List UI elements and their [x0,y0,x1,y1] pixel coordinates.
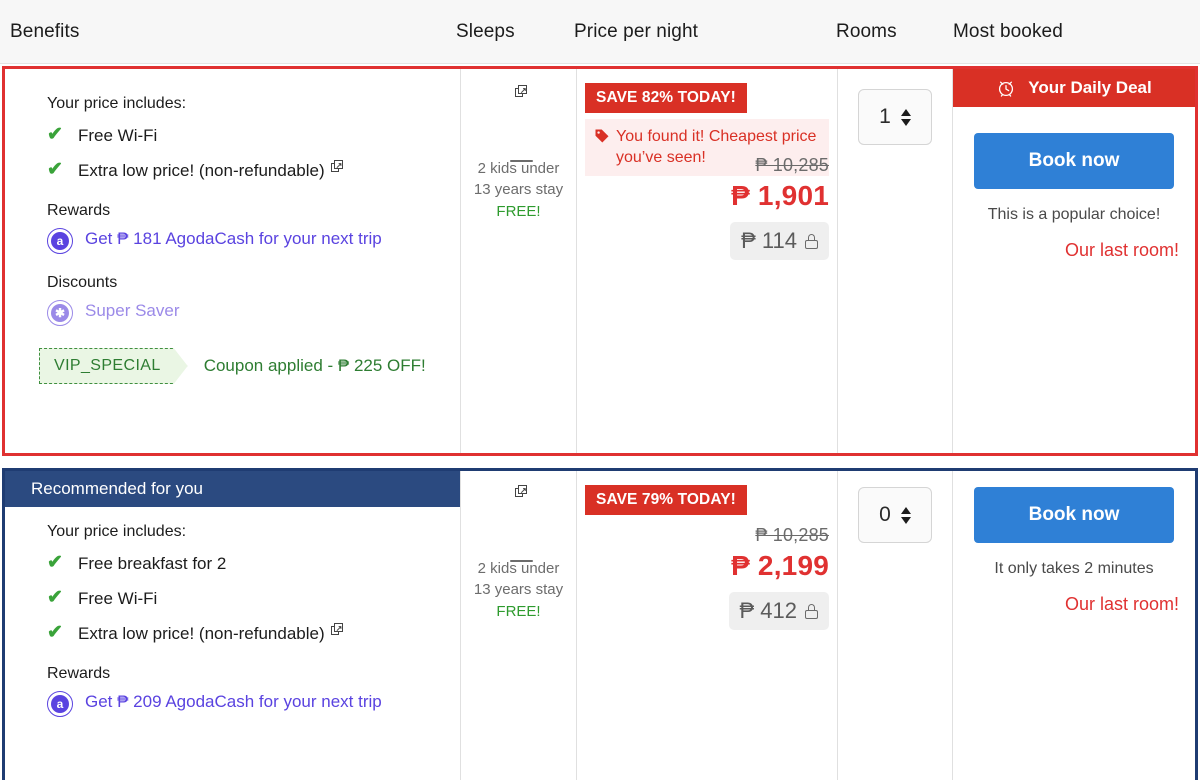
discount-row[interactable]: ✱ Super Saver [47,298,444,326]
rewards-title: Rewards [47,665,444,683]
check-icon: ✔ [47,623,69,643]
occupancy-icons [461,506,576,548]
price-block: ₱ 10,285 ₱ 1,901 ₱ 114 [730,155,829,260]
column-header-sleeps: Sleeps [456,0,515,64]
book-now-button[interactable]: Book now [974,133,1174,189]
cell-sleeps: ↗ 2 kids under 13 years stay FREE! [460,471,576,780]
agodacash-icon: a [47,228,73,254]
benefit-item: ✔ Free Wi-Fi [47,588,444,610]
save-badge: SAVE 82% TODAY! [585,83,747,113]
rooms-stepper[interactable]: 0 [858,487,932,543]
check-icon: ✔ [47,553,69,573]
cell-most-booked: Your Daily Deal Book now This is a popul… [952,69,1195,453]
column-header-price: Price per night [574,0,698,64]
discounts-title: Discounts [47,274,444,292]
book-now-button[interactable]: Book now [974,487,1174,543]
locked-price-value: ₱ 114 [741,228,797,254]
super-saver-icon: ✱ [47,300,73,326]
occupancy-info-row: ↗ [461,485,576,498]
coupon-area: VIP_SPECIAL Coupon applied - ₱ 225 OFF! [39,348,444,384]
benefit-label: Extra low price! (non-refundable) [78,160,325,182]
kids-policy-line-2: 13 years stay [461,579,576,600]
cell-rooms: 1 [837,69,952,453]
benefit-label: Free Wi-Fi [78,125,157,147]
external-link-icon[interactable]: ↗ [515,485,528,498]
cell-benefits: Recommended for you Your price includes:… [5,471,460,780]
check-icon: ✔ [47,125,69,145]
stepper-down-icon[interactable] [901,517,911,524]
table-header: Benefits Sleeps Price per night Rooms Mo… [0,0,1200,64]
cell-price: SAVE 82% TODAY! You found it! Cheapest p… [576,69,837,453]
lock-icon [805,604,818,619]
current-price: ₱ 2,199 [729,550,830,582]
external-link-icon[interactable]: ↗ [515,85,528,98]
agodacash-link[interactable]: Get ₱ 209 AgodaCash for your next trip [85,689,382,715]
stepper-up-icon[interactable] [901,109,911,116]
stepper-arrows[interactable] [901,507,911,524]
check-icon: ✔ [47,160,69,180]
benefit-label: Free breakfast for 2 [78,553,226,575]
cell-benefits: Your price includes: ✔ Free Wi-Fi ✔ Extr… [5,69,460,453]
locked-price-value: ₱ 412 [740,598,798,624]
last-room-warning: Our last room! [953,594,1195,615]
occupancy-info-row: ↗ [461,85,576,98]
column-header-rooms: Rooms [836,0,897,64]
occupancy-icons [461,106,576,148]
cell-price: SAVE 79% TODAY! ₱ 10,285 ₱ 2,199 ₱ 412 [576,471,837,780]
locked-price[interactable]: ₱ 114 [730,222,829,260]
benefit-item: ✔ Extra low price! (non-refundable) ↗ [47,623,444,645]
daily-deal-banner: Your Daily Deal [953,69,1195,107]
room-comparison-table: Benefits Sleeps Price per night Rooms Mo… [0,0,1200,780]
reward-row[interactable]: a Get ₱ 181 AgodaCash for your next trip [47,226,444,254]
kids-free-label: FREE! [461,603,576,620]
room-row-recommended: Recommended for you Your price includes:… [2,468,1198,780]
alarm-clock-icon [996,78,1016,98]
daily-deal-label: Your Daily Deal [1028,78,1151,98]
cell-rooms: 0 [837,471,952,780]
agodacash-icon: a [47,691,73,717]
includes-title: Your price includes: [47,523,444,541]
reward-row[interactable]: a Get ₱ 209 AgodaCash for your next trip [47,689,444,717]
kids-free-label: FREE! [461,203,576,220]
benefit-item: ✔ Free Wi-Fi [47,125,444,147]
kids-policy-line-2: 13 years stay [461,179,576,200]
benefit-item: ✔ Extra low price! (non-refundable) ↗ [47,160,444,182]
check-icon: ✔ [47,588,69,608]
popular-choice-note: This is a popular choice! [953,206,1195,224]
agodacash-link[interactable]: Get ₱ 181 AgodaCash for your next trip [85,226,382,252]
benefit-item: ✔ Free breakfast for 2 [47,553,444,575]
includes-title: Your price includes: [47,95,444,113]
rooms-value: 0 [879,503,891,527]
stepper-down-icon[interactable] [901,119,911,126]
lock-icon [805,234,818,249]
coupon-message: Coupon applied - ₱ 225 OFF! [204,356,426,376]
save-badge: SAVE 79% TODAY! [585,485,747,515]
cell-most-booked: Book now It only takes 2 minutes Our las… [952,471,1195,780]
stepper-up-icon[interactable] [901,507,911,514]
price-block: ₱ 10,285 ₱ 2,199 ₱ 412 [729,525,830,630]
room-row-daily-deal: Your price includes: ✔ Free Wi-Fi ✔ Extr… [2,66,1198,456]
benefit-label: Extra low price! (non-refundable) [78,623,325,645]
booking-time-note: It only takes 2 minutes [953,560,1195,578]
cell-sleeps: ↗ 2 kids under 13 years stay FREE! [460,69,576,453]
current-price: ₱ 1,901 [730,180,829,212]
column-header-most-booked: Most booked [953,0,1063,64]
benefit-label: Free Wi-Fi [78,588,157,610]
rooms-stepper[interactable]: 1 [858,89,932,145]
locked-price[interactable]: ₱ 412 [729,592,830,630]
super-saver-link[interactable]: Super Saver [85,298,180,324]
column-header-benefits: Benefits [10,0,79,64]
rooms-value: 1 [879,105,891,129]
external-link-icon[interactable]: ↗ [331,623,344,636]
external-link-icon[interactable]: ↗ [331,160,344,173]
rewards-title: Rewards [47,202,444,220]
price-tag-icon [594,128,610,144]
original-price: ₱ 10,285 [729,525,830,546]
recommended-banner: Recommended for you [5,471,460,507]
original-price: ₱ 10,285 [730,155,829,176]
stepper-arrows[interactable] [901,109,911,126]
coupon-code-tag[interactable]: VIP_SPECIAL [39,348,188,384]
last-room-warning: Our last room! [953,240,1195,261]
